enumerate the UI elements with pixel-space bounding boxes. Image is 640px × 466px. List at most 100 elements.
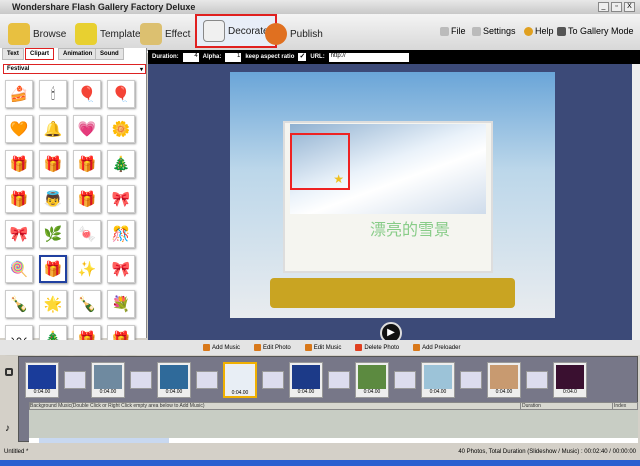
transition-icon[interactable] bbox=[262, 371, 284, 389]
clipart-item[interactable]: 🧡 bbox=[5, 115, 33, 143]
clipart-item[interactable]: 🌟 bbox=[39, 290, 67, 318]
alpha-stepper[interactable]: 1 bbox=[225, 52, 242, 62]
effect-button[interactable]: Effect bbox=[140, 20, 190, 48]
horizontal-scrollbar[interactable] bbox=[29, 438, 638, 443]
url-input[interactable]: http:// bbox=[328, 52, 409, 62]
clipart-item[interactable]: 🎁 bbox=[39, 255, 67, 283]
close-button[interactable]: X bbox=[624, 2, 635, 12]
photo-caption[interactable]: 漂亮的雪景 bbox=[370, 216, 450, 240]
clipart-item[interactable]: 🕯 bbox=[39, 80, 67, 108]
keep-aspect-label: keep aspect ratio bbox=[245, 54, 295, 60]
transition-icon[interactable] bbox=[130, 371, 152, 389]
delete-photo-button[interactable]: Delete Photo bbox=[355, 343, 399, 351]
left-panel: Text Clipart Animation Sound Festival ▾ 🍰… bbox=[0, 48, 147, 353]
transition-icon[interactable] bbox=[328, 371, 350, 389]
clipart-item[interactable]: 🍾 bbox=[73, 290, 101, 318]
help-menu[interactable]: Help bbox=[524, 26, 554, 36]
title-bar: Wondershare Flash Gallery Factory Deluxe bbox=[0, 0, 640, 14]
clipart-item[interactable]: 🎁 bbox=[73, 150, 101, 178]
duration-stepper[interactable]: 4 bbox=[182, 52, 199, 62]
clipart-item[interactable]: 💗 bbox=[73, 115, 101, 143]
photo-thumbnail[interactable]: 0:04.00 bbox=[91, 362, 125, 398]
vertical-scrollbar[interactable] bbox=[632, 64, 640, 340]
transition-icon[interactable] bbox=[460, 371, 482, 389]
music-icon bbox=[203, 343, 210, 351]
duration-column: Duration bbox=[520, 403, 541, 409]
clipart-item[interactable]: 🎀 bbox=[5, 220, 33, 248]
pencil-icon bbox=[203, 20, 225, 42]
folder-icon bbox=[8, 23, 30, 45]
tab-sound[interactable]: Sound bbox=[95, 48, 124, 60]
transition-icon[interactable] bbox=[64, 371, 86, 389]
tab-text[interactable]: Text bbox=[2, 48, 24, 60]
publish-button[interactable]: Publish bbox=[265, 20, 323, 48]
clipart-item[interactable]: 🌼 bbox=[107, 115, 135, 143]
clipart-item[interactable]: 🍬 bbox=[73, 220, 101, 248]
add-music-label: Add Music bbox=[212, 345, 241, 352]
clipart-item[interactable]: 🎁 bbox=[5, 150, 33, 178]
template-button[interactable]: Template bbox=[75, 20, 141, 48]
thumbnail-duration: 0:04.00 bbox=[429, 389, 447, 395]
effect-icon bbox=[140, 23, 162, 45]
clipart-item[interactable]: 🎀 bbox=[107, 185, 135, 213]
transition-icon[interactable] bbox=[394, 371, 416, 389]
photo-thumbnail[interactable]: 0:04.00 bbox=[421, 362, 455, 398]
edit-music-button[interactable]: Edit Music bbox=[304, 343, 341, 351]
photo-thumbnail[interactable]: 0:04.00 bbox=[289, 362, 323, 398]
photo-thumbnail[interactable]: 0:04.00 bbox=[25, 362, 59, 398]
tab-animation[interactable]: Animation bbox=[58, 48, 98, 60]
clipart-item[interactable]: 🍰 bbox=[5, 80, 33, 108]
photo-thumbnail[interactable]: 0:04.00 bbox=[157, 362, 191, 398]
photo-track-icon bbox=[5, 368, 13, 376]
thumbnail-duration: 0:04.00 bbox=[33, 389, 51, 395]
clipart-item[interactable]: 🎁 bbox=[5, 185, 33, 213]
transition-icon[interactable] bbox=[196, 371, 218, 389]
edit-photo-label: Edit Photo bbox=[263, 345, 291, 352]
add-music-button[interactable]: Add Music bbox=[203, 343, 241, 352]
clipart-item[interactable]: 🎁 bbox=[73, 185, 101, 213]
add-preloader-button[interactable]: Add Preloader bbox=[413, 343, 460, 351]
publish-label: Publish bbox=[290, 28, 323, 40]
gallery-label: To Gallery Mode bbox=[568, 26, 634, 36]
category-value: Festival bbox=[7, 66, 30, 72]
music-track-area[interactable] bbox=[29, 410, 638, 438]
clipart-item[interactable]: 🎀 bbox=[107, 255, 135, 283]
clipart-item[interactable]: 🎈 bbox=[107, 80, 135, 108]
clipart-item[interactable]: 🎁 bbox=[39, 150, 67, 178]
clipart-item[interactable]: 🎄 bbox=[107, 150, 135, 178]
clipart-item[interactable]: 🍾 bbox=[5, 290, 33, 318]
clipart-item[interactable]: 👼 bbox=[39, 185, 67, 213]
browse-button[interactable]: Browse bbox=[8, 20, 66, 48]
clipart-item[interactable]: 🎊 bbox=[107, 220, 135, 248]
edit-photo-button[interactable]: Edit Photo bbox=[254, 343, 291, 352]
category-select[interactable]: Festival ▾ bbox=[3, 64, 146, 74]
photo-thumbnail[interactable]: 0:04.00 bbox=[355, 362, 389, 398]
clipart-item[interactable]: ✨ bbox=[73, 255, 101, 283]
music-note-icon: ♪ bbox=[5, 423, 10, 434]
thumbnail-image bbox=[227, 366, 253, 390]
clipart-item[interactable]: 🔔 bbox=[39, 115, 67, 143]
help-icon bbox=[524, 26, 533, 36]
transition-icon[interactable] bbox=[526, 371, 548, 389]
tab-clipart[interactable]: Clipart bbox=[25, 48, 55, 60]
photo-thumbnail[interactable]: 0:04.00 bbox=[223, 362, 257, 398]
options-bar: Duration: 4 Alpha: 1 keep aspect ratio ✓… bbox=[148, 50, 640, 64]
thumbnail-image bbox=[94, 365, 122, 389]
index-column: Index bbox=[612, 403, 627, 409]
file-menu[interactable]: File bbox=[440, 26, 466, 36]
file-name: Untitled * bbox=[4, 449, 29, 455]
thumbnail-duration: 0:04.00 bbox=[99, 389, 117, 395]
selected-clipart[interactable]: ★ bbox=[290, 133, 350, 190]
photo-thumbnail[interactable]: 0:04.0 bbox=[553, 362, 587, 398]
clipart-item[interactable]: 🎈 bbox=[73, 80, 101, 108]
clipart-item[interactable]: 🌿 bbox=[39, 220, 67, 248]
minimize-button[interactable]: _ bbox=[598, 2, 609, 12]
keep-aspect-checkbox[interactable]: ✓ bbox=[298, 53, 307, 61]
maximize-button[interactable]: ▫ bbox=[611, 2, 622, 12]
settings-menu[interactable]: Settings bbox=[472, 26, 516, 36]
clipart-item[interactable]: 🍭 bbox=[5, 255, 33, 283]
gallery-mode-menu[interactable]: To Gallery Mode bbox=[557, 26, 634, 36]
clipart-item[interactable]: 💐 bbox=[107, 290, 135, 318]
thumbnail-duration: 0:04.00 bbox=[297, 389, 315, 395]
photo-thumbnail[interactable]: 0:04.00 bbox=[487, 362, 521, 398]
